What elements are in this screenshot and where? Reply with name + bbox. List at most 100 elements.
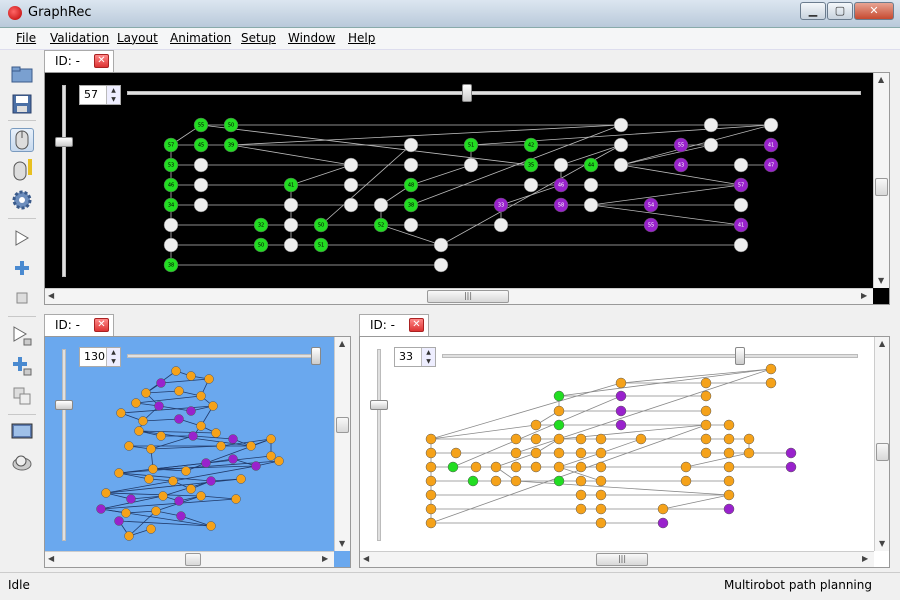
graph-node[interactable]: [114, 516, 124, 526]
graph-node[interactable]: [680, 475, 692, 487]
graph-canvas-bottom-left[interactable]: 130 ▲ ▼ ▲ ▼ ◀ ▶: [44, 336, 351, 568]
graph-node[interactable]: [575, 489, 587, 501]
graph-node[interactable]: [274, 456, 284, 466]
graph-node[interactable]: [141, 388, 151, 398]
vscroll-thumb[interactable]: [876, 443, 889, 461]
graph-node[interactable]: [425, 517, 437, 529]
graph-node[interactable]: [425, 489, 437, 501]
tab-bottom-left[interactable]: ID: - ✕: [44, 314, 114, 336]
graph-node[interactable]: [723, 433, 735, 445]
graph-node[interactable]: [156, 378, 166, 388]
add-step-icon[interactable]: [10, 354, 34, 378]
tab-bottom-right[interactable]: ID: - ✕: [359, 314, 429, 336]
graph-node[interactable]: [700, 433, 712, 445]
graph-node[interactable]: [595, 433, 607, 445]
graph-node[interactable]: [196, 421, 206, 431]
step-hslider-thumb[interactable]: [311, 347, 321, 365]
graph-node[interactable]: [433, 257, 449, 273]
tab-close-icon[interactable]: ✕: [94, 318, 109, 332]
graph-node[interactable]: [595, 489, 607, 501]
graph-node[interactable]: [595, 517, 607, 529]
step-hslider-bl[interactable]: [127, 354, 319, 358]
graph-node[interactable]: [723, 489, 735, 501]
zoom-vslider-bl[interactable]: [62, 349, 66, 541]
graph-node[interactable]: [510, 433, 522, 445]
graph-node[interactable]: [733, 197, 749, 213]
graph-node[interactable]: [138, 416, 148, 426]
graph-node[interactable]: [595, 447, 607, 459]
graph-node[interactable]: [493, 217, 509, 233]
graph-node[interactable]: [403, 217, 419, 233]
graph-node[interactable]: [635, 433, 647, 445]
close-button[interactable]: ✕: [854, 2, 894, 20]
hscroll-br[interactable]: ◀ ||| ▶: [360, 551, 874, 567]
graph-node[interactable]: [373, 197, 389, 213]
graph-node[interactable]: [206, 476, 216, 486]
graph-node[interactable]: [703, 137, 719, 153]
graph-node[interactable]: [425, 461, 437, 473]
graph-node[interactable]: [553, 157, 569, 173]
graph-node[interactable]: [785, 447, 797, 459]
graph-node[interactable]: [575, 503, 587, 515]
mouse-select-icon[interactable]: [10, 128, 34, 152]
graph-node[interactable]: [124, 531, 134, 541]
graph-node[interactable]: [553, 419, 565, 431]
graph-node[interactable]: [188, 431, 198, 441]
graph-node[interactable]: [530, 461, 542, 473]
open-icon[interactable]: [10, 62, 34, 86]
graph-node[interactable]: [146, 444, 156, 454]
graph-node[interactable]: [450, 447, 462, 459]
graph-node[interactable]: [211, 428, 221, 438]
graph-node[interactable]: [595, 503, 607, 515]
graph-node[interactable]: [490, 461, 502, 473]
graph-node[interactable]: [723, 503, 735, 515]
graph-node[interactable]: [723, 447, 735, 459]
graph-node[interactable]: [425, 433, 437, 445]
graph-node[interactable]: [251, 461, 261, 471]
graph-node[interactable]: [510, 475, 522, 487]
graph-node[interactable]: [151, 506, 161, 516]
graph-node[interactable]: [196, 391, 206, 401]
graph-node[interactable]: [470, 461, 482, 473]
vscroll-thumb[interactable]: [336, 417, 349, 433]
hscroll-thumb[interactable]: |||: [427, 290, 509, 303]
graph-node[interactable]: [96, 504, 106, 514]
graph-node[interactable]: [553, 461, 565, 473]
graph-node[interactable]: [595, 475, 607, 487]
save-icon[interactable]: [10, 92, 34, 116]
graph-node[interactable]: [553, 390, 565, 402]
graph-node[interactable]: [595, 461, 607, 473]
graph-node[interactable]: [206, 521, 216, 531]
graph-node[interactable]: [463, 157, 479, 173]
graph-node[interactable]: [510, 461, 522, 473]
hscroll-bl[interactable]: ◀ ▶: [45, 551, 334, 567]
graph-node[interactable]: [126, 494, 136, 504]
graph-node[interactable]: [613, 157, 629, 173]
graph-node[interactable]: [193, 177, 209, 193]
graph-node[interactable]: [447, 461, 459, 473]
graph-node[interactable]: [163, 217, 179, 233]
graph-node[interactable]: [101, 488, 111, 498]
graph-node[interactable]: [266, 451, 276, 461]
minimize-button[interactable]: ▁: [800, 2, 826, 20]
graph-node[interactable]: [433, 237, 449, 253]
vscroll-top[interactable]: ▲ ▼: [873, 73, 889, 288]
graph-node[interactable]: [583, 197, 599, 213]
graph-node[interactable]: [785, 461, 797, 473]
graph-node[interactable]: [343, 197, 359, 213]
menu-file[interactable]: File: [16, 31, 36, 45]
graph-node[interactable]: [425, 447, 437, 459]
graph-node[interactable]: [425, 475, 437, 487]
graph-node[interactable]: [723, 419, 735, 431]
graph-node[interactable]: [343, 177, 359, 193]
graph-node[interactable]: [186, 406, 196, 416]
graph-node[interactable]: [193, 197, 209, 213]
graph-node[interactable]: [700, 390, 712, 402]
spin-arrows-icon[interactable]: ▲ ▼: [106, 348, 120, 366]
vscroll-bl[interactable]: ▲ ▼: [334, 337, 350, 551]
tab-close-icon[interactable]: ✕: [94, 54, 109, 68]
graph-node[interactable]: [134, 426, 144, 436]
menu-layout[interactable]: Layout: [117, 31, 158, 45]
graph-node[interactable]: [186, 371, 196, 381]
graph-node[interactable]: [733, 237, 749, 253]
